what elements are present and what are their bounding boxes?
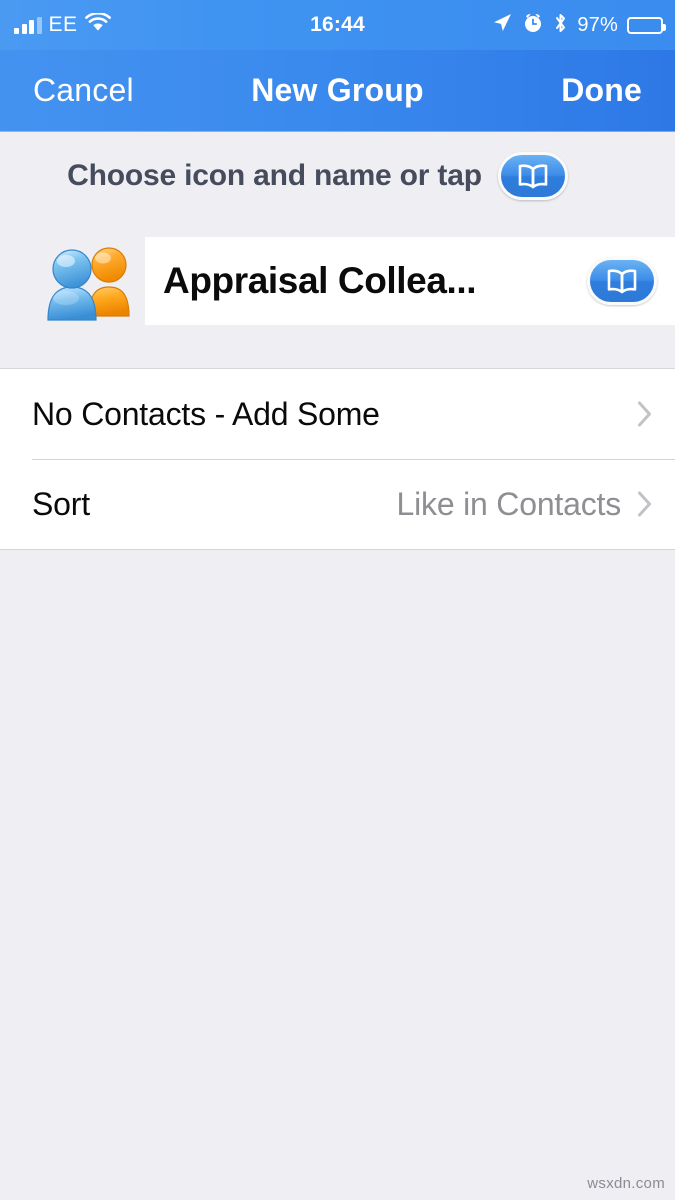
choose-icon-and-name-header: Choose icon and name or tap	[0, 132, 675, 220]
watermark: wsxdn.com	[587, 1175, 665, 1192]
book-icon[interactable]	[497, 152, 568, 200]
chevron-right-icon	[637, 400, 653, 428]
two-people-icon[interactable]	[42, 232, 134, 324]
location-arrow-icon	[491, 12, 513, 39]
table-row[interactable]: Sort Like in Contacts	[0, 459, 675, 549]
list-item-value: Like in Contacts	[396, 485, 622, 522]
alarm-clock-icon	[522, 12, 544, 39]
group-name-value[interactable]: Appraisal Collea...	[163, 260, 587, 302]
list-item-label: Sort	[32, 485, 90, 522]
battery-full-icon	[627, 16, 666, 34]
iphone-screen: EE 16:44 97% Cancel New Group Done Choos…	[0, 0, 675, 1200]
done-button[interactable]: Done	[561, 72, 642, 109]
settings-table: No Contacts - Add Some Sort Like in Cont…	[0, 368, 675, 550]
chevron-right-icon	[637, 490, 653, 518]
navigation-bar: Cancel New Group Done	[0, 50, 675, 132]
list-item-label: No Contacts - Add Some	[32, 395, 380, 432]
status-bar: EE 16:44 97%	[0, 0, 675, 50]
table-row[interactable]: No Contacts - Add Some	[0, 369, 675, 459]
bluetooth-icon	[553, 12, 568, 39]
book-icon[interactable]	[587, 257, 657, 305]
status-bar-clock: 16:44	[310, 13, 365, 36]
battery-percent-label: 97%	[577, 13, 618, 36]
choose-header-label: Choose icon and name or tap	[67, 159, 482, 192]
status-bar-right: 97%	[491, 0, 666, 50]
group-name-field[interactable]: Appraisal Collea...	[145, 237, 675, 325]
